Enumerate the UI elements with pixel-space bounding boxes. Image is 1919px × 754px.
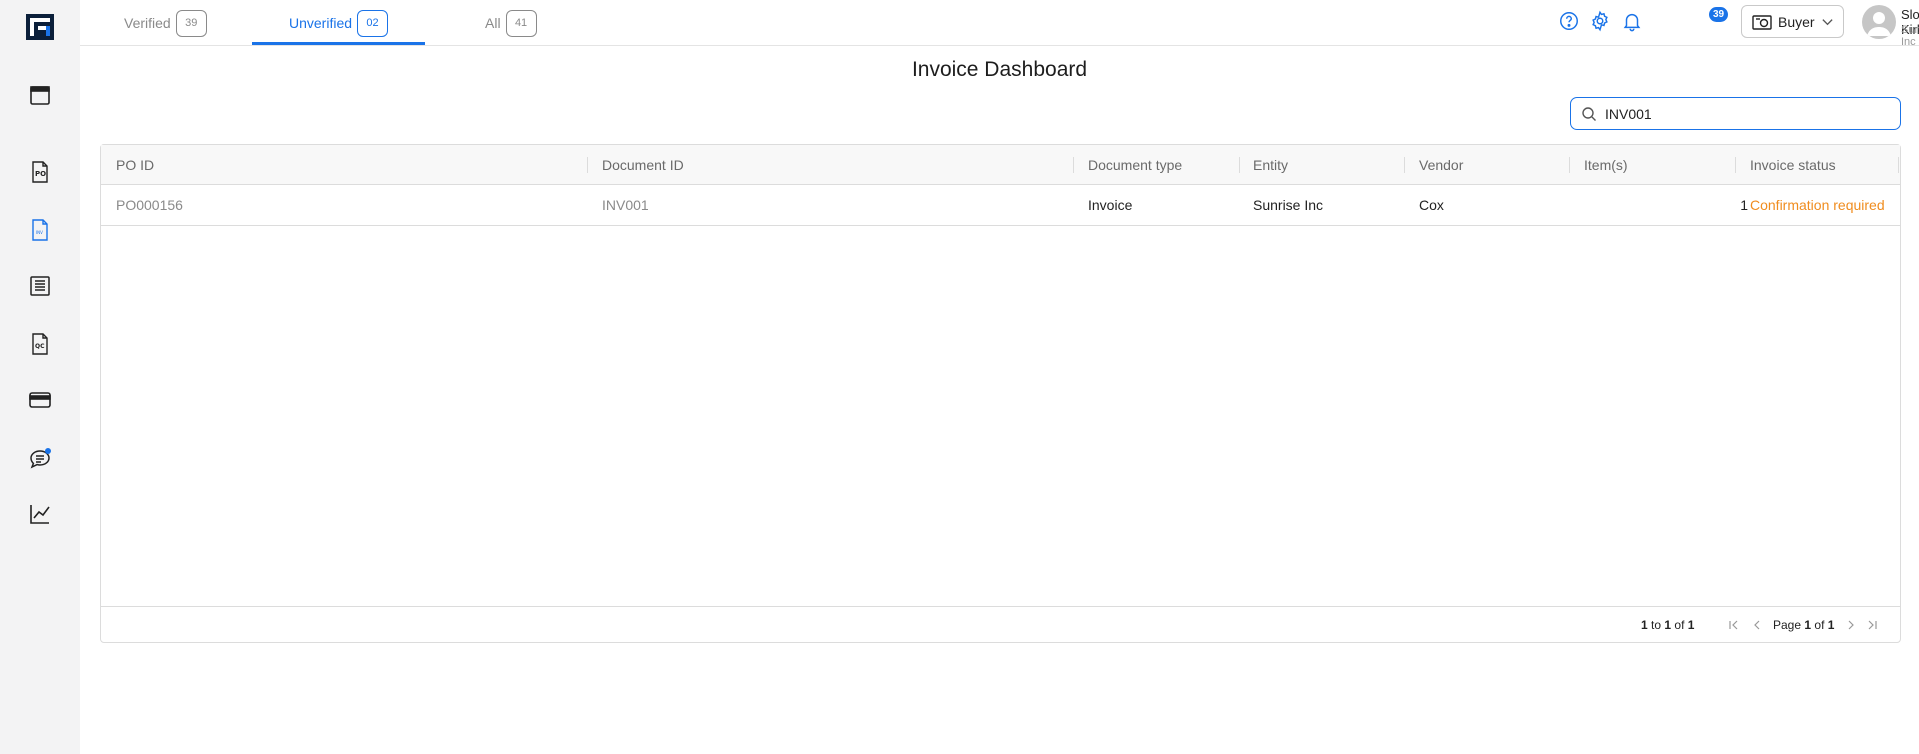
cell-document-type: Invoice [1088,197,1133,213]
search-icon [1581,106,1597,122]
cell-items: 1 [1740,197,1748,213]
tab-verified[interactable]: Verified 39 [124,0,207,46]
svg-text:PO: PO [35,170,46,178]
role-select[interactable]: Buyer [1741,5,1844,38]
user-organization: Sunrise Inc [1901,24,1919,48]
ledger-icon[interactable] [26,272,54,300]
tab-count-badge: 41 [505,9,537,37]
calendar-icon[interactable] [26,81,54,109]
column-separator[interactable] [1898,157,1899,173]
cell-po-id: PO000156 [116,197,183,213]
tab-label: Verified [124,15,171,31]
search-input[interactable] [1605,105,1885,122]
page-title: Invoice Dashboard [911,58,1088,81]
app-logo-icon[interactable] [26,14,54,40]
column-header-document-type[interactable]: Document type [1088,145,1182,185]
table-pagination: 1 to 1 of 1 Page 1 of 1 [101,606,1900,642]
tab-all[interactable]: All 41 [485,0,537,46]
tab-count-badge: 39 [175,9,207,37]
quality-check-icon[interactable]: QC [26,330,54,358]
analytics-icon[interactable] [26,500,54,528]
tab-count-badge: 02 [357,9,389,37]
column-header-invoice-status[interactable]: Invoice status [1750,145,1836,185]
column-header-entity[interactable]: Entity [1253,145,1288,185]
row-range-summary: 1 to 1 of 1 [1641,618,1695,632]
role-value: Buyer [1778,13,1815,30]
bell-icon[interactable] [1621,10,1643,32]
column-header-po-id[interactable]: PO ID [116,145,154,185]
invoice-icon[interactable]: INV [26,216,54,244]
cell-document-id: INV001 [602,197,649,213]
tab-unverified[interactable]: Unverified 02 [289,0,389,46]
table-row[interactable]: PO000156 INV001 Invoice Sunrise Inc Cox … [101,185,1900,226]
column-separator[interactable] [1073,157,1074,173]
invoice-table: PO ID Document ID Document type Entity V… [100,144,1901,643]
column-header-document-id[interactable]: Document ID [602,145,684,185]
cell-entity: Sunrise Inc [1253,197,1324,213]
svg-text:QC: QC [35,343,45,350]
chat-icon[interactable] [26,445,54,473]
page-indicator: Page 1 of 1 [1773,618,1835,632]
cell-vendor: Cox [1419,197,1444,213]
first-page-icon[interactable] [1728,618,1740,632]
last-page-icon[interactable] [1866,618,1878,632]
table-header: PO ID Document ID Document type Entity V… [101,145,1900,185]
tab-label: All [485,15,501,31]
chevron-down-icon [1821,15,1834,28]
gear-icon[interactable] [1589,10,1611,32]
purchase-order-icon[interactable]: PO [26,158,54,186]
column-separator[interactable] [1569,157,1570,173]
column-header-vendor[interactable]: Vendor [1419,145,1463,185]
column-separator[interactable] [587,157,588,173]
help-icon[interactable] [1558,10,1580,32]
cell-invoice-status: Confirmation required [1750,197,1885,213]
notification-count-badge: 39 [1709,7,1728,22]
top-bar: Verified 39 Unverified 02 All 41 39 Buye… [80,0,1919,48]
column-header-items[interactable]: Item(s) [1584,145,1628,185]
card-icon[interactable] [26,386,54,414]
previous-page-icon[interactable] [1751,618,1763,632]
column-separator[interactable] [1404,157,1405,173]
sidebar: PO INV QC [0,0,80,754]
avatar[interactable] [1862,5,1896,39]
svg-text:INV: INV [36,230,43,235]
search-box [1570,97,1901,130]
active-tab-indicator [252,42,425,45]
column-separator[interactable] [1239,157,1240,173]
cash-register-icon [1752,13,1772,31]
next-page-icon[interactable] [1845,618,1857,632]
column-separator[interactable] [1735,157,1736,173]
tab-label: Unverified [289,15,353,31]
